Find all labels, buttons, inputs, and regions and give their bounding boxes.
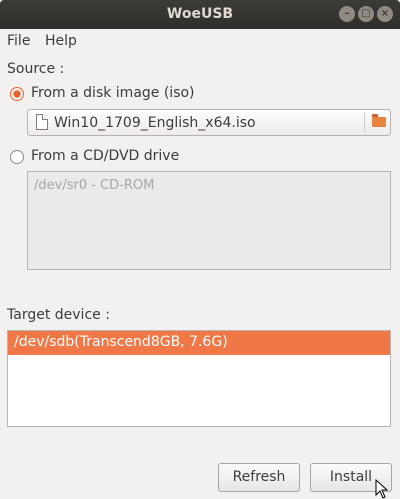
menu-help[interactable]: Help: [45, 33, 77, 49]
cd-drive-radio[interactable]: [10, 150, 24, 164]
file-icon: [36, 114, 48, 130]
minimize-icon[interactable]: –: [339, 6, 355, 22]
separator: [364, 113, 365, 132]
list-item[interactable]: /dev/sdb(Transcend8GB, 7.6G): [8, 331, 390, 355]
target-device-list[interactable]: /dev/sdb(Transcend8GB, 7.6G): [7, 330, 391, 427]
target-device-name: /dev/sdb(Transcend8GB, 7.6G): [14, 334, 228, 350]
close-icon[interactable]: ×: [377, 6, 393, 22]
list-item: /dev/sr0 - CD-ROM: [34, 178, 155, 193]
title-bar: WoeUSB – □ ×: [0, 0, 400, 29]
menu-bar: File Help: [0, 29, 400, 53]
menu-file[interactable]: File: [7, 33, 30, 49]
iso-file-name: Win10_1709_English_x64.iso: [54, 115, 256, 131]
cd-drive-list: /dev/sr0 - CD-ROM: [27, 171, 391, 270]
cd-drive-option-label[interactable]: From a CD/DVD drive: [31, 148, 179, 164]
folder-icon[interactable]: [372, 114, 386, 127]
mouse-cursor-icon: [375, 479, 389, 499]
source-label: Source :: [7, 61, 65, 77]
target-device-label: Target device :: [7, 307, 110, 323]
iso-file-chooser[interactable]: Win10_1709_English_x64.iso: [27, 109, 391, 136]
disk-image-radio[interactable]: [10, 87, 24, 101]
refresh-button[interactable]: Refresh: [218, 463, 300, 492]
disk-image-option-label[interactable]: From a disk image (iso): [31, 85, 195, 101]
maximize-icon[interactable]: □: [358, 6, 374, 22]
